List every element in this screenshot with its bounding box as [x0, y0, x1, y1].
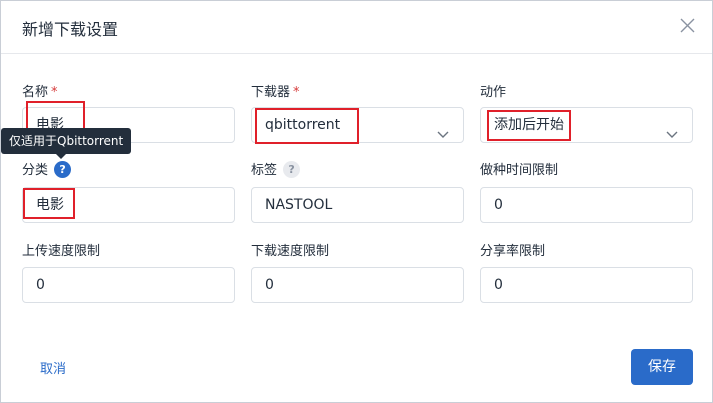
tags-value: NASTOOL [265, 197, 333, 213]
category-tooltip: 仅适用于Qbittorrent [1, 128, 132, 159]
close-icon[interactable] [680, 18, 695, 33]
category-input[interactable]: 电影 [22, 187, 235, 223]
downloader-label: 下载器 * [251, 81, 300, 100]
tags-input[interactable]: NASTOOL [251, 187, 464, 223]
action-value: 添加后开始 [494, 117, 564, 133]
seed-time-limit-input[interactable]: 0 [480, 187, 693, 223]
help-icon[interactable]: ? [283, 161, 301, 178]
dialog-title: 新增下载设置 [22, 20, 119, 39]
tags-label-text: 标签 [251, 163, 278, 178]
tags-label: 标签? [251, 159, 301, 179]
required-mark: * [51, 85, 58, 100]
category-value: 电影 [36, 197, 64, 213]
save-button[interactable]: 保存 [631, 349, 693, 385]
share-ratio-limit-value: 0 [494, 277, 503, 293]
share-ratio-limit-input[interactable]: 0 [480, 267, 693, 303]
cancel-button[interactable]: 取消 [40, 358, 66, 377]
download-settings-dialog: 新增下载设置 名称 * 电影 下载器 * qbittorrent 动作 添加后开始 … [0, 0, 713, 403]
upload-speed-limit-label: 上传速度限制 [22, 244, 101, 259]
download-speed-limit-input[interactable]: 0 [251, 267, 464, 303]
seed-time-limit-value: 0 [494, 197, 503, 213]
chevron-down-icon [437, 119, 449, 138]
help-icon[interactable]: ? [54, 161, 72, 178]
name-label: 名称 * [22, 81, 58, 100]
downloader-select[interactable]: qbittorrent [251, 107, 464, 143]
download-speed-limit-label: 下载速度限制 [251, 244, 330, 259]
downloader-label-text: 下载器 [251, 85, 291, 100]
downloader-value: qbittorrent [265, 117, 341, 133]
action-label: 动作 [480, 85, 507, 100]
required-mark: * [293, 85, 300, 100]
upload-speed-limit-input[interactable]: 0 [22, 267, 235, 303]
name-label-text: 名称 [22, 85, 49, 100]
category-label: 分类? [22, 159, 72, 179]
seed-time-limit-label: 做种时间限制 [480, 163, 559, 178]
upload-speed-limit-value: 0 [36, 277, 45, 293]
action-select[interactable]: 添加后开始 [480, 107, 693, 143]
download-speed-limit-value: 0 [265, 277, 274, 293]
dialog-header: 新增下载设置 [1, 1, 712, 54]
chevron-down-icon [666, 119, 678, 138]
share-ratio-limit-label: 分享率限制 [480, 244, 546, 259]
category-label-text: 分类 [22, 163, 49, 178]
